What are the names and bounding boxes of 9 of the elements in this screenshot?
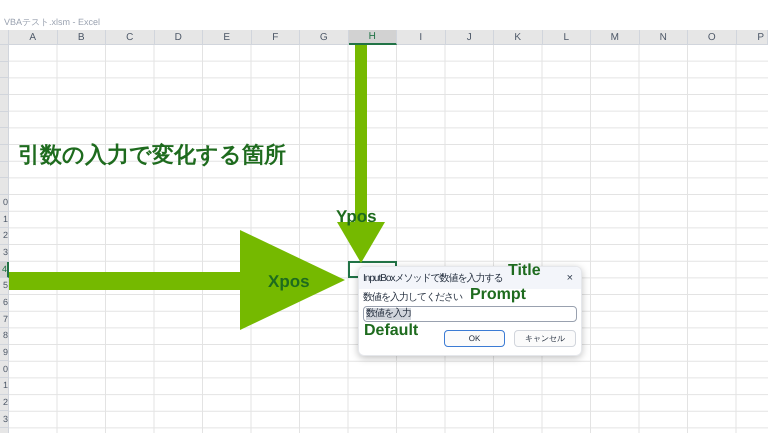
annotation-label: Xpos — [268, 273, 310, 290]
annotation-label: Prompt — [470, 287, 526, 303]
window-title: VBAテスト.xlsm - Excel — [4, 18, 100, 27]
dialog-title: InputBoxメソッドで数値を入力する — [363, 272, 502, 286]
annotation-text: 引数の入力で変化する箇所 — [18, 144, 286, 166]
annotation-label: Title — [508, 263, 541, 279]
field-value: 数値を入力 — [366, 308, 411, 320]
annotation-label: Default — [364, 323, 418, 339]
prompt-text: 数値を入力してください — [363, 293, 462, 303]
